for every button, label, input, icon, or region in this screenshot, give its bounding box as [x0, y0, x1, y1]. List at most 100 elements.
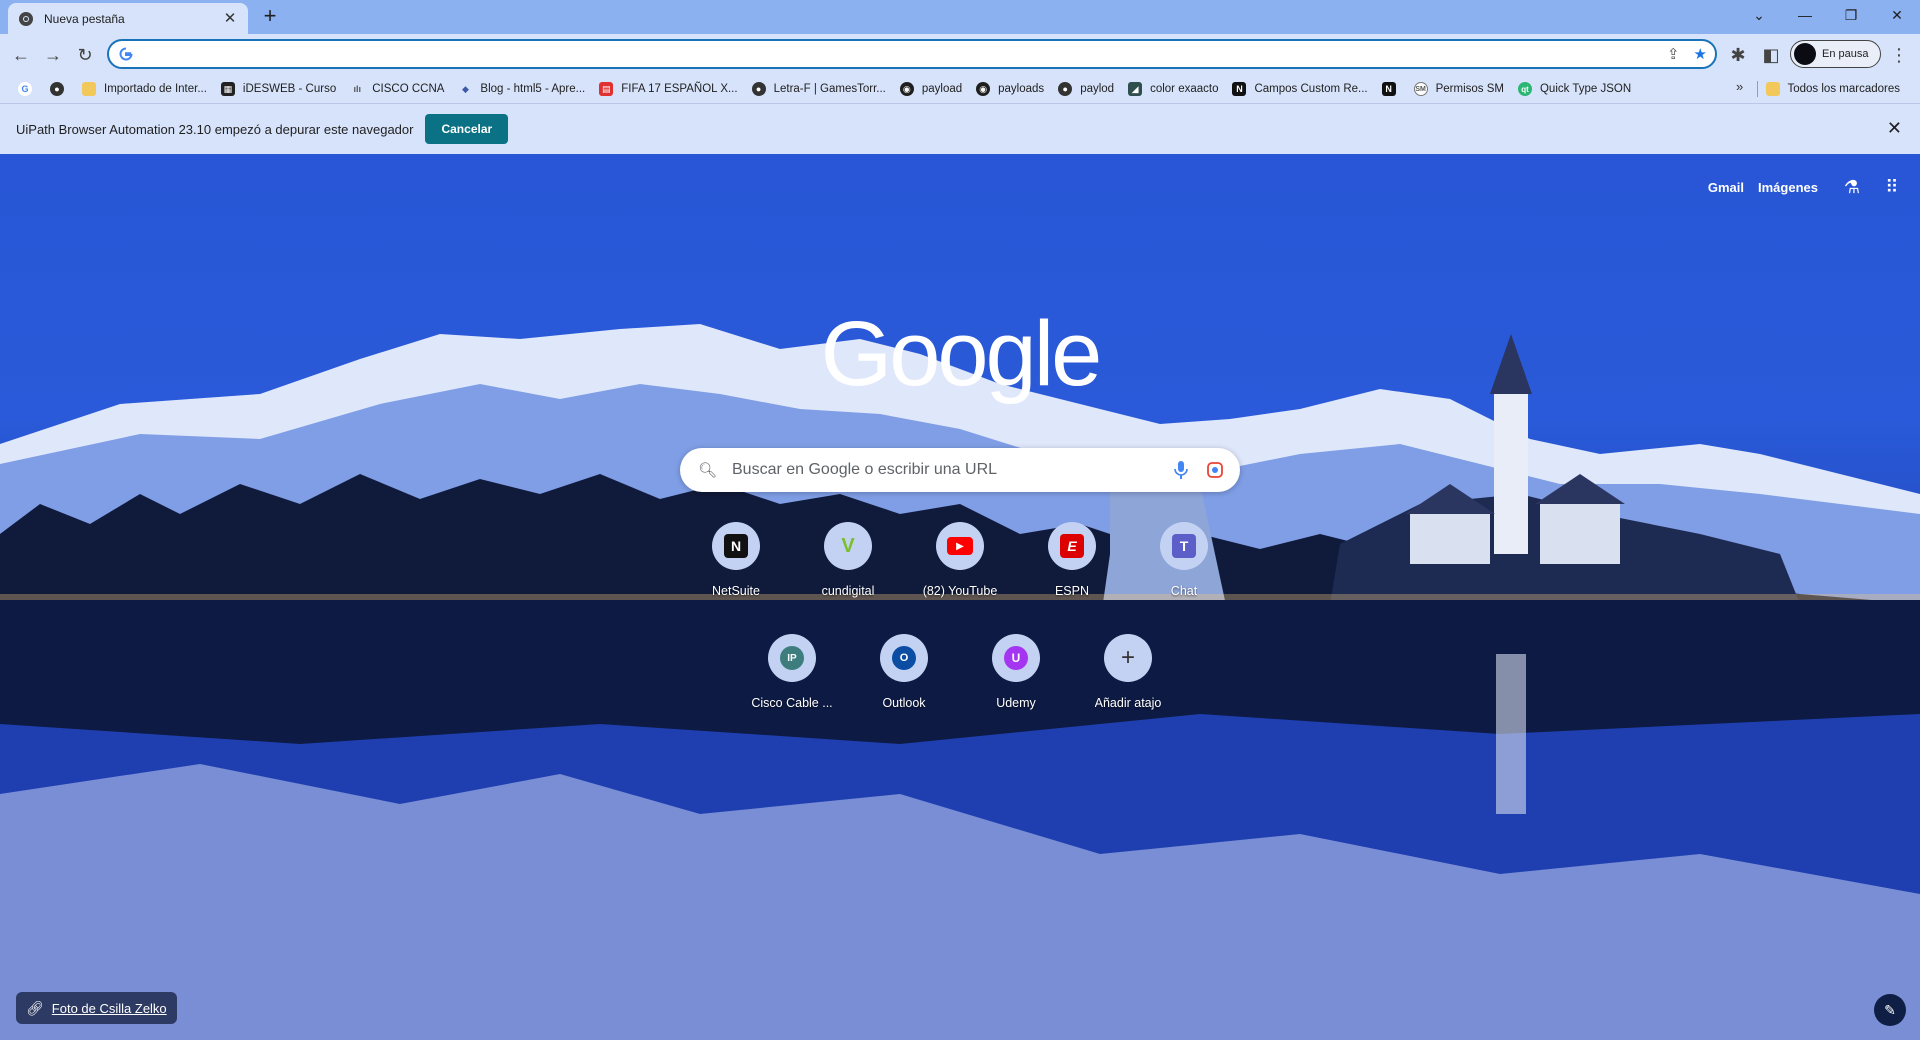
shortcut-label: cundigital: [821, 584, 875, 598]
shortcut-label: (82) YouTube: [922, 584, 998, 598]
google-lens-icon[interactable]: [1198, 461, 1232, 479]
omnibox[interactable]: ⇪ ★: [107, 39, 1717, 69]
bookmark-item[interactable]: ◆ Blog - html5 - Apre...: [452, 77, 593, 101]
bookmark-label: Blog - html5 - Apre...: [480, 83, 586, 95]
bookmark-item[interactable]: ◉ payload: [894, 77, 970, 101]
tab-new-tab[interactable]: Nueva pestaña ✕: [8, 3, 248, 34]
bookmark-item[interactable]: N Campos Custom Re...: [1226, 77, 1375, 101]
shortcut-outlook[interactable]: O Outlook: [848, 628, 960, 728]
bookmark-google[interactable]: G: [12, 77, 44, 101]
shortcut-espn[interactable]: E ESPN: [1016, 516, 1128, 616]
udemy-icon: U: [1004, 646, 1028, 670]
shortcut-label: Añadir atajo: [1094, 696, 1162, 710]
folder-icon: [82, 82, 96, 96]
share-icon[interactable]: ⇪: [1667, 45, 1680, 63]
shortcut-icon-circle: E: [1048, 522, 1096, 570]
github-icon: ◉: [899, 82, 914, 96]
cancel-button[interactable]: Cancelar: [425, 114, 509, 144]
bookmark-item[interactable]: ▤ FIFA 17 ESPAÑOL X...: [593, 77, 745, 101]
bookmark-netsuite[interactable]: N: [1376, 77, 1408, 101]
images-link[interactable]: Imágenes: [1758, 180, 1818, 195]
minimize-icon[interactable]: —: [1782, 0, 1828, 30]
bookmark-label: Importado de Inter...: [104, 83, 207, 95]
gmail-link[interactable]: Gmail: [1708, 180, 1744, 195]
menu-kebab-icon[interactable]: ⋮: [1886, 42, 1912, 68]
globe-icon: ●: [751, 82, 766, 96]
netsuite-icon: N: [724, 534, 748, 558]
color-icon: ◢: [1128, 82, 1143, 96]
bookmark-label: payload: [921, 83, 963, 95]
shortcut-netsuite[interactable]: N NetSuite: [680, 516, 792, 616]
bookmark-item[interactable]: ● Letra-F | GamesTorr...: [746, 77, 894, 101]
bookmark-label: payloads: [998, 83, 1045, 95]
forward-button[interactable]: →: [40, 42, 66, 68]
outlook-icon: O: [892, 646, 916, 670]
teams-icon: T: [1172, 534, 1196, 558]
add-shortcut-button[interactable]: + Añadir atajo: [1072, 628, 1184, 728]
netsuite-icon: N: [1381, 82, 1396, 96]
labs-flask-icon[interactable]: ⚗: [1832, 172, 1872, 202]
github-icon: ◉: [976, 82, 991, 96]
photo-credit[interactable]: 🔗︎ Foto de Csilla Zelko: [16, 992, 177, 1024]
side-panel-icon[interactable]: ◧: [1758, 42, 1784, 68]
omnibox-input[interactable]: [141, 42, 1715, 66]
shortcut-cundigital[interactable]: V cundigital: [792, 516, 904, 616]
bookmark-globe[interactable]: ●: [44, 77, 76, 101]
bookmarks-overflow-icon[interactable]: »: [1736, 79, 1743, 94]
ideasweb-icon: ▦: [220, 82, 235, 96]
close-infobar-icon[interactable]: ✕: [1887, 118, 1902, 139]
shortcut-cisco[interactable]: IP Cisco Cable ...: [736, 628, 848, 728]
extensions-icon[interactable]: ✱: [1725, 42, 1751, 68]
shortcut-udemy[interactable]: U Udemy: [960, 628, 1072, 728]
shortcut-icon-circle: U: [992, 634, 1040, 682]
bookmark-item[interactable]: ● paylod: [1052, 77, 1122, 101]
shortcut-youtube[interactable]: ▶ (82) YouTube: [904, 516, 1016, 616]
debug-infobar: UiPath Browser Automation 23.10 empezó a…: [0, 103, 1920, 154]
new-tab-page: Gmail Imágenes ⚗ ⠿ Google 🔍︎ Buscar en G…: [0, 154, 1920, 1040]
bookmark-label: paylod: [1080, 83, 1115, 95]
shortcut-icon-circle: +: [1104, 634, 1152, 682]
profile-label: En pausa: [1822, 48, 1869, 60]
tab-close-icon[interactable]: ✕: [222, 10, 238, 27]
all-bookmarks-label: Todos los marcadores: [1787, 83, 1901, 95]
shortcut-label: Outlook: [882, 696, 926, 710]
top-links: Gmail Imágenes ⚗ ⠿: [1708, 172, 1920, 202]
bookmark-item[interactable]: ◉ payloads: [970, 77, 1052, 101]
voice-search-icon[interactable]: [1164, 461, 1198, 479]
avatar: [1794, 43, 1816, 65]
bookmark-item[interactable]: Importado de Inter...: [76, 77, 215, 101]
customize-pencil-icon[interactable]: ✎: [1874, 994, 1906, 1026]
google-logo: Google: [820, 303, 1103, 405]
netsuite-icon: N: [1232, 82, 1247, 96]
apps-grid-icon[interactable]: ⠿: [1872, 172, 1912, 202]
restore-icon[interactable]: ❐: [1828, 0, 1874, 30]
ip-icon: IP: [780, 646, 804, 670]
bookmark-label: iDESWEB - Curso: [242, 83, 337, 95]
folder-icon: [1765, 82, 1780, 96]
reload-button[interactable]: ↻: [72, 42, 98, 68]
globe-icon: ●: [1058, 82, 1073, 96]
shortcut-icon-circle: T: [1160, 522, 1208, 570]
close-window-icon[interactable]: ✕: [1874, 0, 1920, 30]
shortcut-icon-circle: IP: [768, 634, 816, 682]
bookmark-item[interactable]: ◢ color exaacto: [1122, 77, 1226, 101]
infobar-message: UiPath Browser Automation 23.10 empezó a…: [16, 121, 414, 137]
toolbar: ← → ↻ ⇪ ★ ✱ ◧ En pausa ⋮: [0, 34, 1920, 75]
bookmark-item[interactable]: SM Permisos SM: [1408, 77, 1512, 101]
all-bookmarks-folder[interactable]: Todos los marcadores: [1760, 77, 1909, 101]
profile-button[interactable]: En pausa: [1790, 40, 1881, 68]
search-box[interactable]: 🔍︎ Buscar en Google o escribir una URL: [680, 448, 1240, 492]
bookmark-item[interactable]: qt Quick Type JSON: [1512, 77, 1639, 101]
sm-icon: SM: [1413, 82, 1428, 96]
back-button[interactable]: ←: [8, 42, 34, 68]
youtube-icon: ▶: [947, 537, 973, 555]
bookmark-item[interactable]: ▦ iDESWEB - Curso: [215, 77, 344, 101]
shortcut-label: ESPN: [1054, 584, 1090, 598]
new-tab-button[interactable]: +: [258, 5, 282, 29]
tab-search-chevron-icon[interactable]: ⌄: [1736, 0, 1782, 30]
bookmark-label: CISCO CCNA: [372, 83, 445, 95]
bookmark-label: Quick Type JSON: [1539, 83, 1632, 95]
bookmark-star-icon[interactable]: ★: [1694, 45, 1707, 63]
bookmark-item[interactable]: ılı CISCO CCNA: [344, 77, 452, 101]
shortcut-chat[interactable]: T Chat: [1128, 516, 1240, 616]
